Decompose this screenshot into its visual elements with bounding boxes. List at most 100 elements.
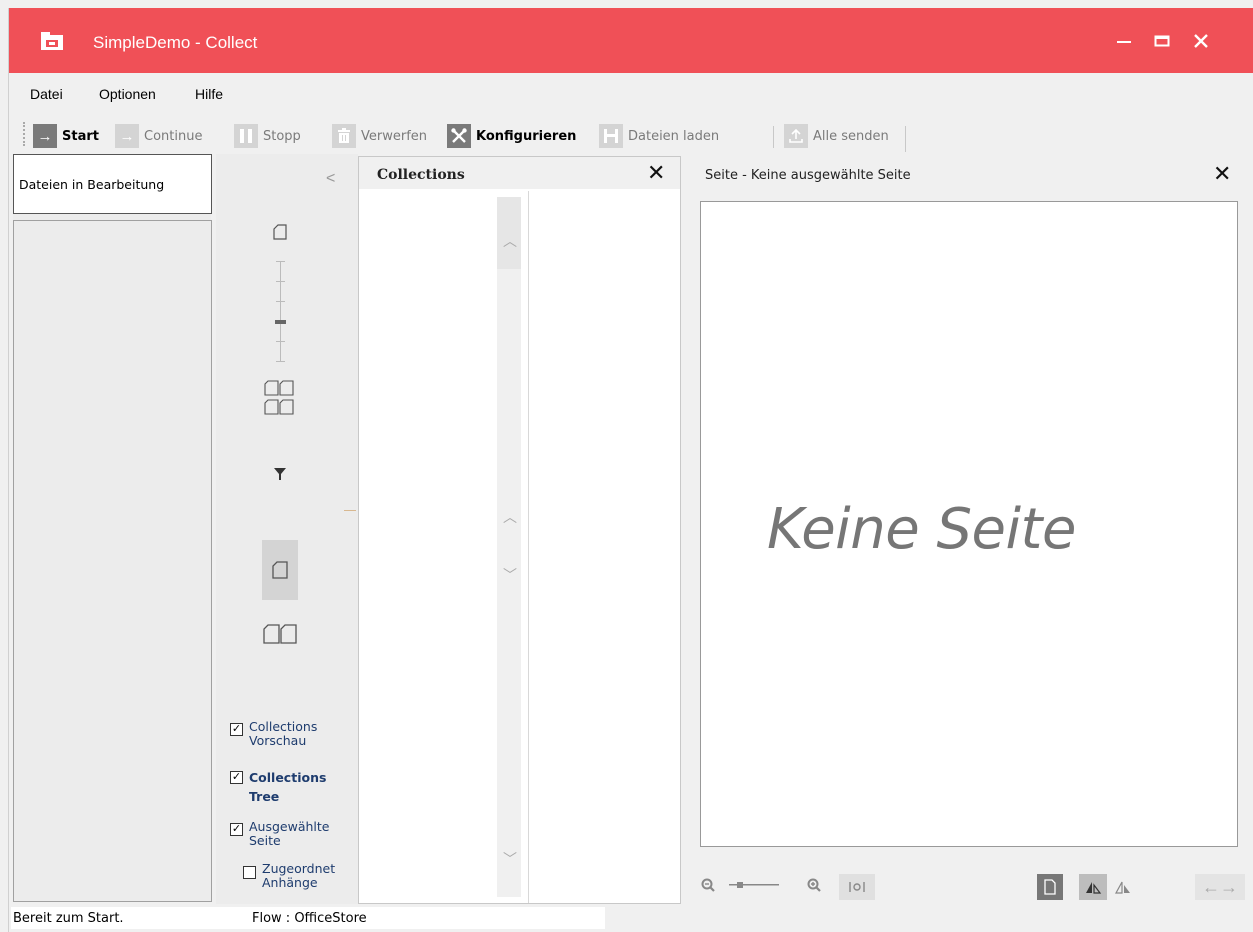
dateien-laden-label: Dateien laden: [628, 128, 720, 144]
checkbox-label: Zugeordnet: [262, 861, 336, 876]
divider-marker: [344, 510, 356, 511]
two-page-view-icon[interactable]: [260, 614, 300, 654]
konfigurieren-label: Konfigurieren: [476, 128, 577, 144]
checkbox-label: Collections: [249, 770, 327, 785]
fit-page-icon[interactable]: [839, 874, 875, 900]
grid-pages-icon[interactable]: [262, 378, 298, 418]
collapse-chevron-left-icon[interactable]: <: [326, 170, 335, 188]
chevron-up-icon[interactable]: ︿: [503, 507, 517, 527]
flow-status-text: Flow : OfficeStore: [252, 911, 367, 926]
slider-tick: [276, 361, 285, 362]
upload-icon: [784, 124, 808, 148]
checkbox-label: Anhänge: [262, 875, 318, 890]
files-list[interactable]: [13, 220, 212, 902]
checkbox-zugeordnet-anhaenge[interactable]: Zugeordnet Anhänge: [243, 862, 335, 890]
close-window-button[interactable]: [1186, 28, 1216, 54]
status-bar: Bereit zum Start. Flow : OfficeStore: [9, 906, 1253, 932]
close-icon: [1194, 34, 1208, 48]
zoom-slider-track[interactable]: [280, 261, 281, 361]
menu-hilfe[interactable]: Hilfe: [195, 86, 223, 102]
rotate-left-icon[interactable]: [1079, 874, 1107, 900]
start-button[interactable]: → Start: [33, 123, 99, 149]
zoom-out-icon[interactable]: [697, 874, 719, 896]
verwerfen-button[interactable]: Verwerfen: [332, 123, 427, 149]
title-bar: SimpleDemo - Collect: [9, 8, 1253, 73]
menu-datei[interactable]: Datei: [30, 86, 63, 102]
page-title: Seite - Keine ausgewählte Seite: [705, 168, 911, 183]
continue-button[interactable]: → Continue: [115, 123, 202, 149]
konfigurieren-button[interactable]: Konfigurieren: [447, 123, 576, 149]
slider-tick: [276, 341, 285, 342]
toolbar-separator: [773, 126, 774, 148]
page-navigation-arrows-icon[interactable]: ←→: [1195, 874, 1245, 900]
checkbox-label: Collections: [249, 719, 318, 734]
menu-bar: Datei Optionen Hilfe: [9, 86, 1253, 108]
chevron-up-icon[interactable]: ︿: [503, 231, 517, 251]
arrow-right-icon: →: [115, 124, 139, 148]
page-canvas[interactable]: Keine Seite: [700, 201, 1238, 847]
checkbox-checked-icon[interactable]: ✓: [230, 771, 243, 784]
dateien-laden-button[interactable]: Dateien laden: [599, 123, 719, 149]
window-title: SimpleDemo - Collect: [93, 33, 258, 52]
no-page-placeholder: Keine Seite: [767, 497, 1076, 562]
single-page-small-icon[interactable]: [266, 218, 294, 246]
alle-senden-label: Alle senden: [813, 128, 889, 144]
stopp-label: Stopp: [263, 128, 301, 144]
files-panel: Dateien in Bearbeitung: [13, 154, 212, 902]
checkbox-checked-icon[interactable]: ✓: [230, 723, 243, 736]
tab-dateien-in-bearbeitung[interactable]: Dateien in Bearbeitung: [13, 154, 212, 214]
close-page-icon[interactable]: ✕: [1213, 161, 1231, 187]
maximize-button[interactable]: [1147, 28, 1177, 54]
collections-title: Collections: [377, 167, 465, 183]
checkbox-unchecked-icon[interactable]: [243, 866, 256, 879]
tools-icon: [447, 124, 471, 148]
verwerfen-label: Verwerfen: [361, 128, 428, 144]
start-label: Start: [62, 128, 99, 144]
status-text: Bereit zum Start.: [13, 911, 124, 926]
zoom-slider[interactable]: [729, 874, 779, 896]
pause-icon: [234, 124, 258, 148]
tab-label: Dateien in Bearbeitung: [19, 177, 165, 192]
collections-panel: Collections ✕ ︿ ︿ ﹀ ﹀: [358, 156, 681, 904]
checkbox-label: Vorschau: [249, 733, 307, 748]
maximize-icon: [1154, 35, 1170, 47]
checkbox-checked-icon[interactable]: ✓: [230, 823, 243, 836]
slider-tick: [276, 261, 285, 262]
chevron-down-icon[interactable]: ﹀: [503, 565, 517, 585]
app-folder-icon: [41, 32, 63, 50]
single-page-view-icon[interactable]: [262, 540, 298, 600]
minimize-button[interactable]: [1109, 28, 1139, 54]
menu-optionen[interactable]: Optionen: [99, 86, 156, 102]
close-collections-icon[interactable]: ✕: [647, 160, 665, 186]
checkbox-collections-tree[interactable]: ✓ Collections Tree: [230, 768, 326, 806]
checkbox-ausgewaehlte-seite[interactable]: ✓ Ausgewählte Seite: [230, 820, 329, 848]
checkbox-collections-vorschau[interactable]: ✓ Collections Vorschau: [230, 720, 317, 748]
collections-scrollbar[interactable]: [497, 197, 521, 897]
save-icon: [599, 124, 623, 148]
slider-tick: [276, 301, 285, 302]
rotate-right-icon[interactable]: [1109, 874, 1137, 900]
toolbar-end-separator: [905, 126, 906, 152]
filter-icon[interactable]: [266, 460, 294, 488]
continue-label: Continue: [144, 128, 203, 144]
zoom-slider-thumb[interactable]: [275, 320, 286, 324]
chevron-down-icon[interactable]: ﹀: [503, 849, 517, 869]
checkbox-label: Ausgewählte: [249, 819, 330, 834]
app-window: SimpleDemo - Collect Datei Optionen Hilf…: [8, 8, 1253, 932]
zoom-in-icon[interactable]: [803, 874, 825, 896]
toolbar-grip[interactable]: [23, 122, 25, 146]
minimize-icon: [1117, 41, 1131, 43]
checkbox-label: Tree: [249, 789, 280, 804]
collections-header: Collections ✕: [359, 157, 680, 189]
page-panel: Seite - Keine ausgewählte Seite ✕ Keine …: [685, 156, 1253, 904]
arrow-right-icon: →: [33, 124, 57, 148]
collections-splitter[interactable]: [528, 191, 529, 903]
alle-senden-button[interactable]: Alle senden: [784, 123, 889, 149]
toolbar: → Start → Continue Stopp Verwerfen Konfi…: [9, 116, 1253, 152]
page-document-icon[interactable]: [1037, 874, 1063, 900]
view-options-strip: < ✓ Collections Vorschau ✓ Collections T…: [216, 154, 358, 904]
checkbox-label: Seite: [249, 833, 281, 848]
slider-tick: [276, 281, 285, 282]
stopp-button[interactable]: Stopp: [234, 123, 301, 149]
trash-icon: [332, 124, 356, 148]
